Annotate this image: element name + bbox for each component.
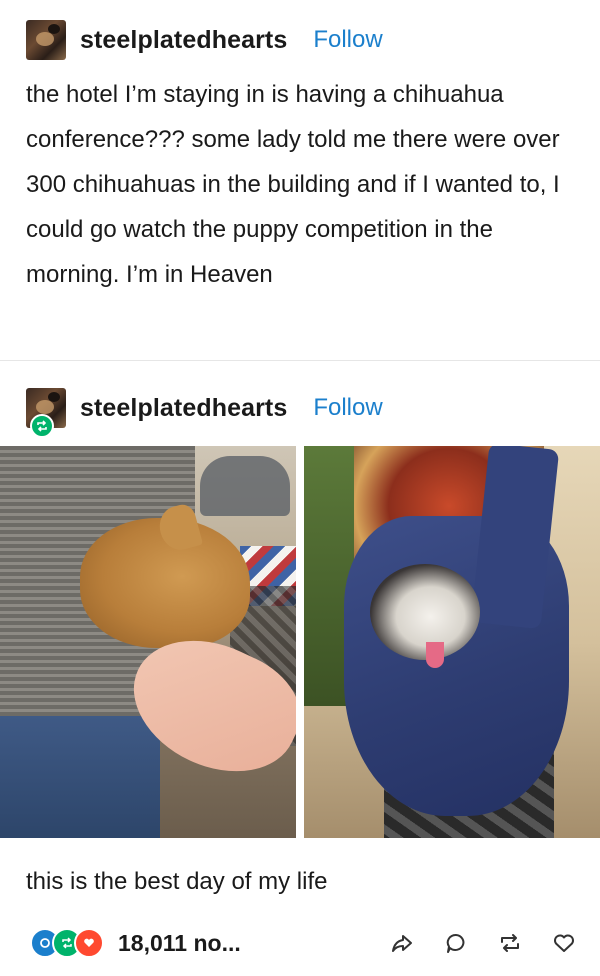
like-icon[interactable]: [552, 931, 576, 955]
post-text: the hotel I’m staying in is having a chi…: [26, 81, 560, 288]
follow-button[interactable]: Follow: [313, 26, 382, 54]
notes-count[interactable]: 18,011 no...: [118, 930, 241, 957]
share-icon[interactable]: [390, 931, 414, 955]
reblog-header: steelplatedhearts Follow: [26, 388, 383, 428]
reply-icon[interactable]: [444, 931, 468, 955]
photo-dog-in-sling[interactable]: [304, 446, 600, 838]
avatar[interactable]: [26, 20, 66, 60]
reblog-badge-icon: [30, 414, 54, 438]
post-header: steelplatedhearts Follow: [26, 20, 383, 60]
reblog-follow-button[interactable]: Follow: [313, 394, 382, 422]
post-footer: 18,011 no...: [30, 926, 576, 960]
post-actions: [390, 931, 576, 955]
reblog-author[interactable]: steelplatedhearts: [80, 394, 287, 423]
reblog-caption: this is the best day of my life: [26, 868, 328, 895]
post-author[interactable]: steelplatedhearts: [80, 26, 287, 55]
photo-puppy-held[interactable]: [0, 446, 296, 838]
like-note-icon: [74, 928, 104, 958]
divider: [0, 360, 600, 361]
reblog-icon[interactable]: [498, 931, 522, 955]
notes-bubbles[interactable]: [30, 928, 104, 958]
